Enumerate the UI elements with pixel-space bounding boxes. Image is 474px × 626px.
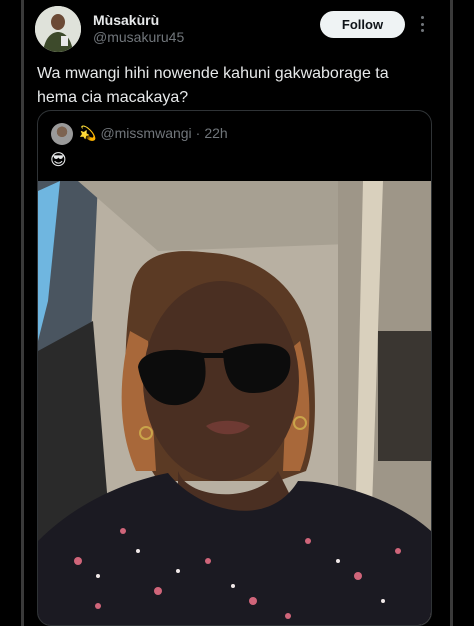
quoted-meta-separator: · — [195, 125, 201, 141]
left-frame-border — [21, 0, 24, 626]
author-handle[interactable]: @musakuru45 — [93, 29, 184, 45]
author-avatar[interactable] — [35, 6, 81, 52]
tweet-header: Mùsakùrù @musakuru45 Follow — [35, 6, 439, 54]
quoted-tweet-photo[interactable] — [38, 181, 431, 625]
right-frame-border — [450, 0, 453, 626]
tweet-text: Wa mwangi hihi nowende kahuni gakwaborag… — [37, 65, 389, 106]
selfie-illustration — [38, 181, 431, 625]
quoted-tweet[interactable]: 💫 @missmwangi · 22h 😎 — [37, 110, 432, 626]
quoted-author-avatar[interactable] — [51, 123, 73, 145]
follow-button[interactable]: Follow — [320, 11, 405, 38]
author-display-name[interactable]: Mùsakùrù — [93, 12, 159, 28]
tweet-page: Mùsakùrù @musakuru45 Follow Wa mwangi hi… — [0, 0, 474, 626]
more-options-icon[interactable] — [421, 16, 425, 32]
sparkle-emoji-icon: 💫 — [79, 125, 97, 141]
quoted-tweet-meta: 💫 @missmwangi · 22h — [79, 125, 228, 141]
quoted-tweet-text: 😎 — [50, 152, 67, 169]
quoted-author-handle[interactable]: @missmwangi — [100, 125, 191, 141]
quoted-tweet-time[interactable]: 22h — [204, 125, 227, 141]
